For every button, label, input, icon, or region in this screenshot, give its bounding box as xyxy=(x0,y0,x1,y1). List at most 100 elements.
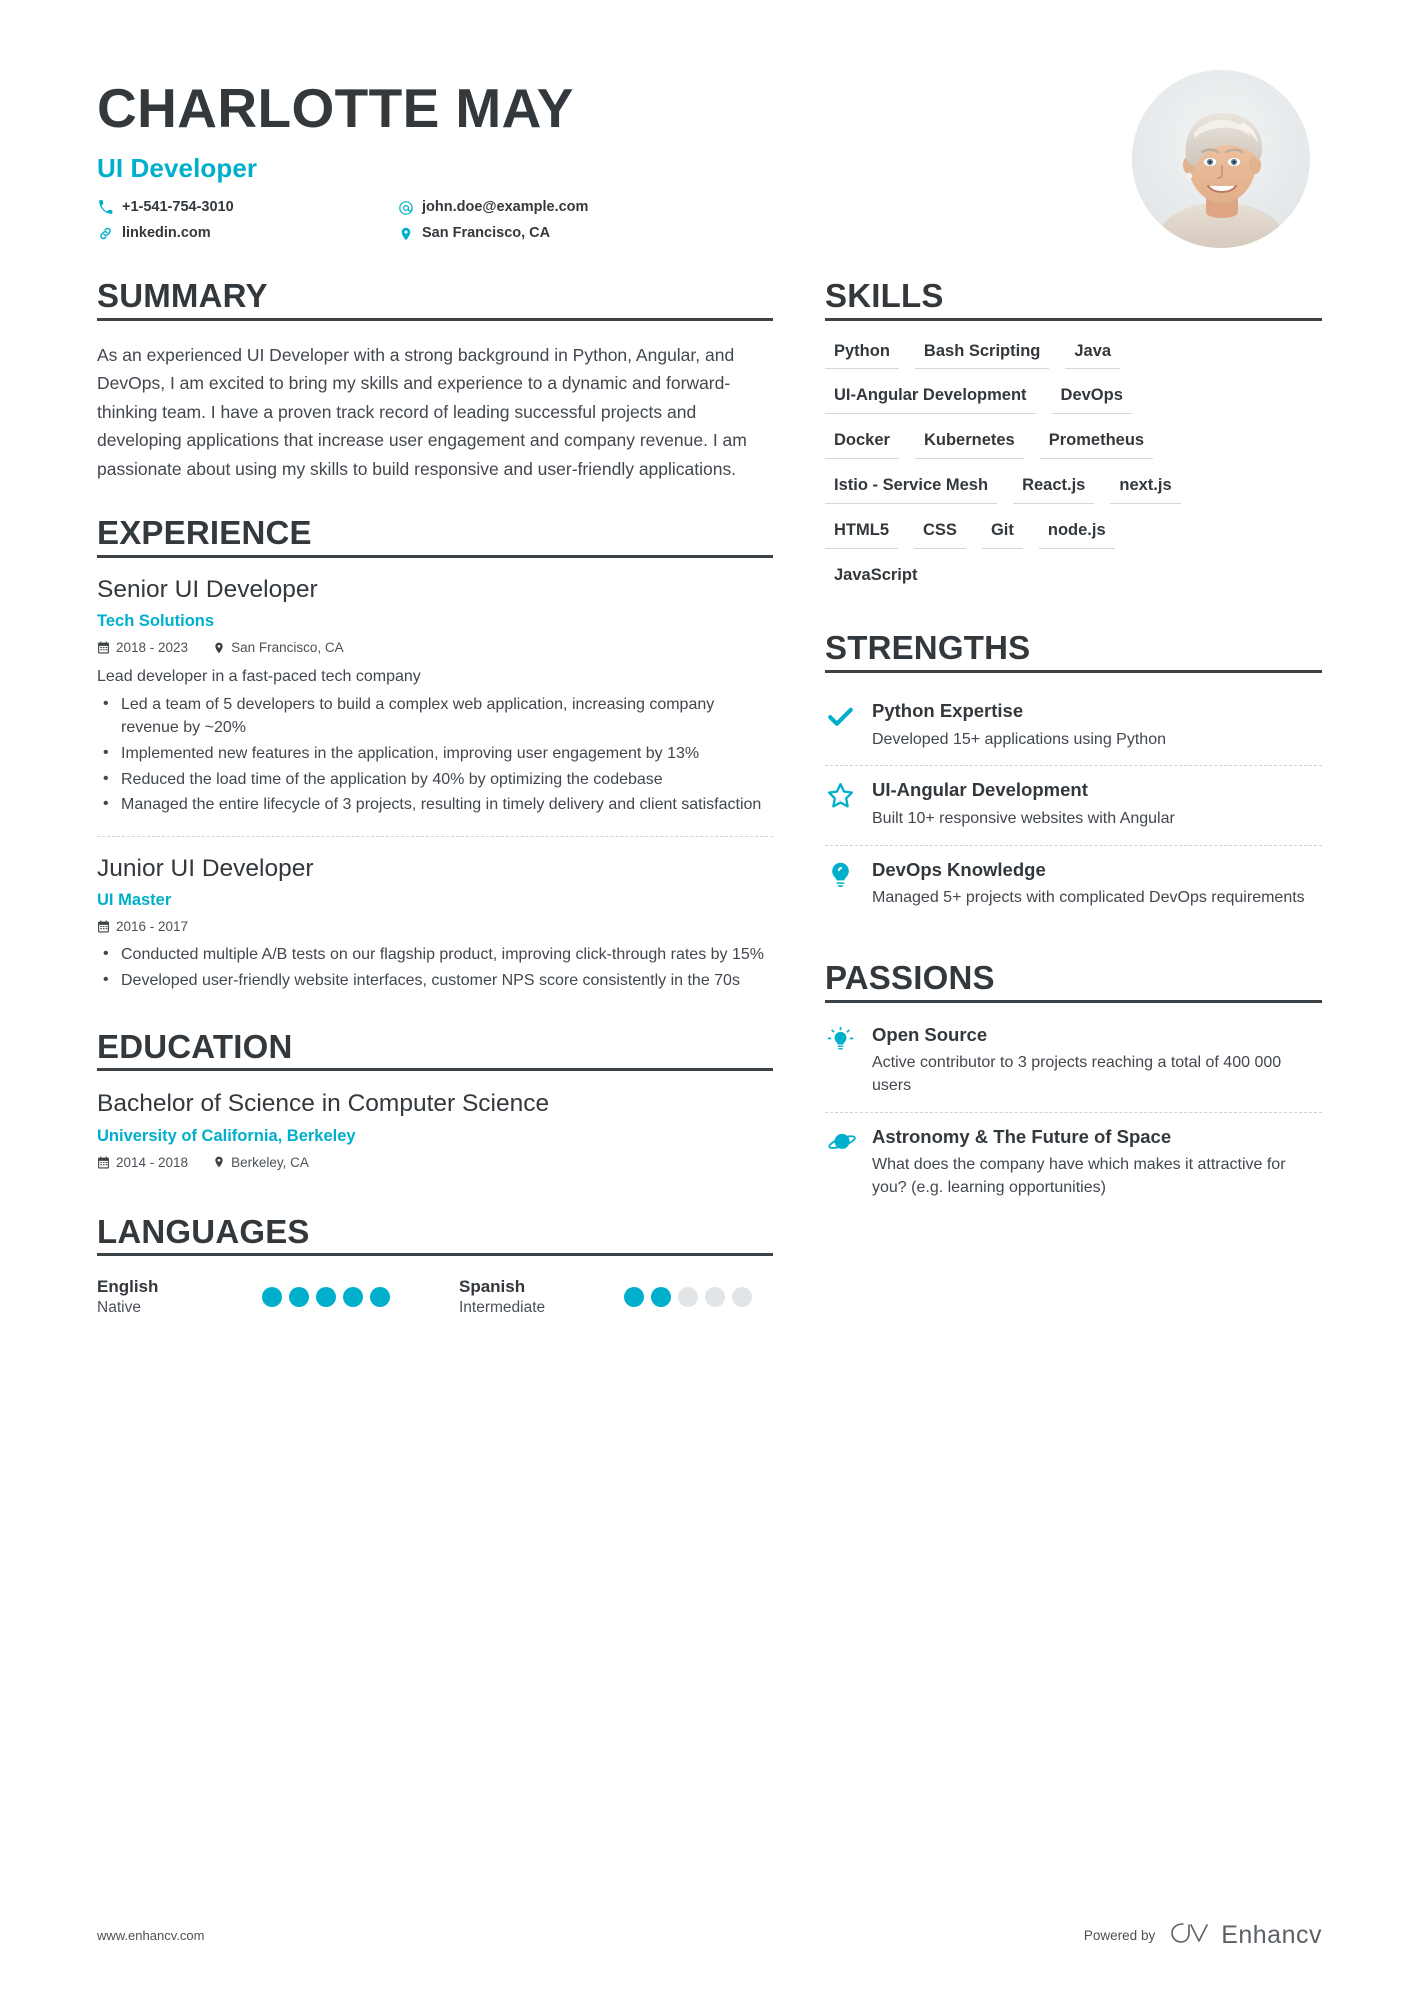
languages-list: English Native Spanish Intermediate xyxy=(97,1276,773,1316)
language-labels: English Native xyxy=(97,1276,262,1316)
skill-tag: CSS xyxy=(914,518,966,549)
strength-title: UI-Angular Development xyxy=(872,779,1088,801)
section-passions: PASSIONS Open Source Active contributor … xyxy=(825,960,1322,1214)
experience-bullets: Conducted multiple A/B tests on our flag… xyxy=(97,943,773,992)
lightbulb-icon xyxy=(825,859,856,910)
experience-company: Tech Solutions xyxy=(97,612,215,631)
avatar xyxy=(1132,70,1310,248)
rating-dot xyxy=(370,1286,390,1307)
section-experience: EXPERIENCE Senior UI Developer Tech Solu… xyxy=(97,515,773,993)
education-location-text: Berkeley, CA xyxy=(231,1154,309,1170)
skill-row: Istio - Service Mesh React.js next.js xyxy=(825,473,1322,504)
contact-location[interactable]: San Francisco, CA xyxy=(397,225,588,242)
contact-phone[interactable]: +1-541-754-3010 xyxy=(97,199,397,216)
rating-dot xyxy=(705,1286,725,1307)
strength-item: DevOps Knowledge Managed 5+ projects wit… xyxy=(825,844,1322,924)
skill-row: Docker Kubernetes Prometheus xyxy=(825,428,1322,460)
passion-body: Open Source Active contributor to 3 proj… xyxy=(872,1024,1322,1098)
phone-icon xyxy=(97,199,114,216)
list-item: Implemented new features in the applicat… xyxy=(97,742,773,766)
location-pin-icon xyxy=(212,641,225,654)
skill-tag: next.js xyxy=(1110,473,1181,504)
experience-description: Lead developer in a fast-paced tech comp… xyxy=(97,668,421,686)
strengths-list: Python Expertise Developed 15+ applicati… xyxy=(825,687,1322,924)
rating-dot xyxy=(651,1286,671,1307)
passion-desc: What does the company have which makes i… xyxy=(872,1156,1286,1196)
contact-email[interactable]: john.doe@example.com xyxy=(397,199,588,216)
strength-desc: Developed 15+ applications using Python xyxy=(872,730,1166,748)
passion-body: Astronomy & The Future of Space What doe… xyxy=(872,1126,1322,1200)
skill-row: UI-Angular Development DevOps xyxy=(825,383,1322,415)
calendar-icon xyxy=(97,641,110,654)
experience-meta: 2018 - 2023 San Francisco, CA xyxy=(97,640,773,655)
skill-tag: Kubernetes xyxy=(914,428,1024,460)
calendar-icon xyxy=(97,920,110,933)
list-item: Led a team of 5 developers to build a co… xyxy=(97,693,773,739)
skill-tag: JavaScript xyxy=(834,565,918,584)
calendar-icon xyxy=(97,1156,110,1169)
rating-dot xyxy=(316,1286,336,1307)
skill-tag: Java xyxy=(1065,339,1121,370)
skill-tag: Docker xyxy=(825,428,899,460)
right-column: SKILLS Python Bash Scripting Java UI-Ang… xyxy=(825,278,1322,1323)
experience-dates-text: 2018 - 2023 xyxy=(116,640,189,656)
resume-header: CHARLOTTE MAY UI Developer +1-541-754-30… xyxy=(0,0,1410,248)
page-title: CHARLOTTE MAY xyxy=(97,77,574,139)
footer-branding: Powered by Enhancv xyxy=(1084,1920,1322,1951)
experience-meta: 2016 - 2017 xyxy=(97,919,773,934)
section-divider xyxy=(825,999,1322,1003)
section-title-skills: SKILLS xyxy=(825,277,944,314)
list-item: Managed the entire lifecycle of 3 projec… xyxy=(97,793,773,817)
summary-text: As an experienced UI Developer with a st… xyxy=(97,344,747,479)
skill-tag: UI-Angular Development xyxy=(825,383,1036,415)
section-divider xyxy=(97,1253,773,1257)
section-education: EDUCATION Bachelor of Science in Compute… xyxy=(97,1029,773,1170)
experience-role: Junior UI Developer xyxy=(97,855,314,882)
footer-url[interactable]: www.enhancv.com xyxy=(97,1928,204,1943)
left-column: SUMMARY As an experienced UI Developer w… xyxy=(97,278,773,1323)
star-icon xyxy=(825,779,856,830)
strength-item: Python Expertise Developed 15+ applicati… xyxy=(825,687,1322,765)
skill-row: JavaScript xyxy=(825,563,1322,593)
idea-lightbulb-icon xyxy=(825,1024,856,1098)
contact-phone-text: +1-541-754-3010 xyxy=(122,199,234,216)
job-title: UI Developer xyxy=(97,153,258,184)
skill-tag: React.js xyxy=(1013,473,1095,504)
strength-body: DevOps Knowledge Managed 5+ projects wit… xyxy=(872,859,1322,910)
skill-tag: Istio - Service Mesh xyxy=(825,473,998,504)
contact-grid: +1-541-754-3010 linkedin.com john.doe@ex… xyxy=(97,199,588,242)
language-name: Spanish xyxy=(459,1277,526,1297)
experience-dates: 2018 - 2023 xyxy=(97,640,188,655)
language-item-spanish: Spanish Intermediate xyxy=(459,1276,821,1316)
passion-title: Astronomy & The Future of Space xyxy=(872,1125,1172,1147)
skill-tag: Python xyxy=(825,339,899,370)
section-divider xyxy=(825,670,1322,674)
experience-location: San Francisco, CA xyxy=(212,640,344,655)
contact-location-text: San Francisco, CA xyxy=(422,225,551,242)
strength-desc: Managed 5+ projects with complicated Dev… xyxy=(872,889,1305,907)
section-divider xyxy=(97,317,773,321)
section-title-strengths: STRENGTHS xyxy=(825,629,1031,667)
enhancv-brand: Enhancv xyxy=(1169,1920,1322,1951)
language-name: English xyxy=(97,1277,159,1297)
section-skills: SKILLS Python Bash Scripting Java UI-Ang… xyxy=(825,278,1322,592)
education-location: Berkeley, CA xyxy=(212,1155,309,1170)
experience-company: UI Master xyxy=(97,891,172,910)
contact-linkedin[interactable]: linkedin.com xyxy=(97,225,397,242)
rating-dot xyxy=(624,1286,644,1307)
skill-tag: DevOps xyxy=(1051,383,1132,415)
contact-email-text: john.doe@example.com xyxy=(422,199,589,216)
language-level: Intermediate xyxy=(459,1298,546,1316)
section-title-experience: EXPERIENCE xyxy=(97,514,312,552)
experience-role: Senior UI Developer xyxy=(97,575,318,603)
location-pin-icon xyxy=(212,1156,225,1169)
rating-dot xyxy=(262,1286,282,1307)
avatar-image xyxy=(1132,70,1310,248)
resume-footer: www.enhancv.com Powered by Enhancv xyxy=(0,1875,1410,1995)
list-item: Reduced the load time of the application… xyxy=(97,768,773,792)
skill-tag: Git xyxy=(981,518,1023,549)
experience-dates-text: 2016 - 2017 xyxy=(116,919,189,935)
language-item-english: English Native xyxy=(97,1276,459,1316)
education-meta: 2014 - 2018 Berkeley, CA xyxy=(97,1155,773,1170)
contact-linkedin-text: linkedin.com xyxy=(122,225,211,242)
